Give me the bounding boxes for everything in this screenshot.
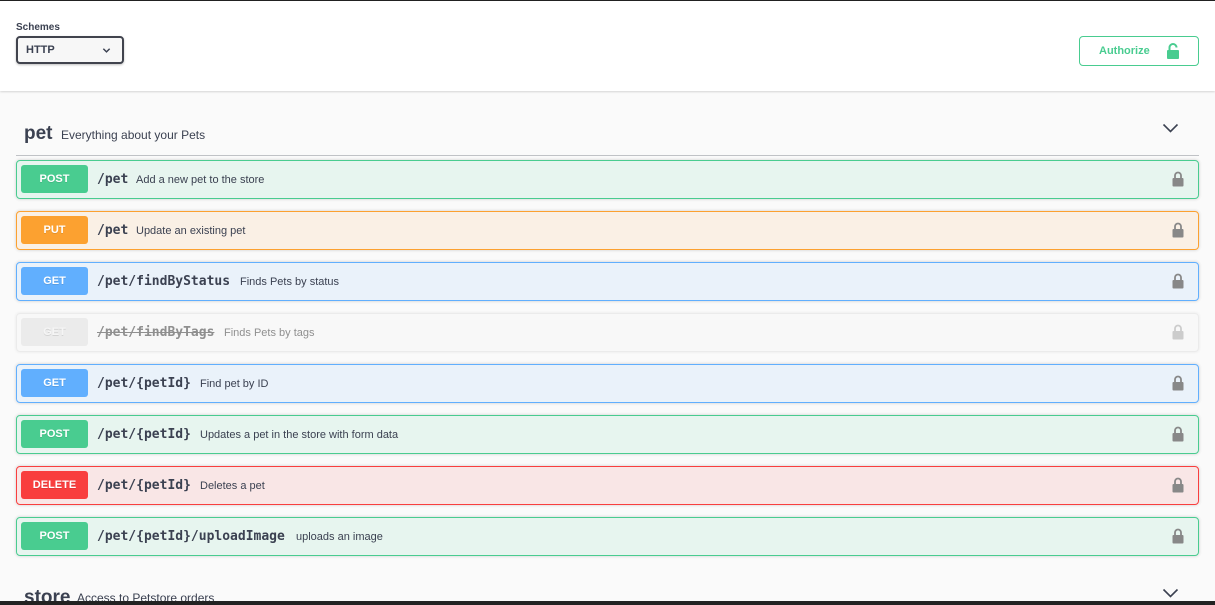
operation-post-pet-by-id[interactable]: POST /pet/{petId} Updates a pet in the s…	[16, 415, 1199, 454]
operation-summary: Add a new pet to the store	[136, 174, 265, 186]
operation-path: /pet/{petId}	[97, 478, 191, 493]
operation-summary: Finds Pets by tags	[224, 327, 315, 339]
operation-path: /pet	[97, 172, 129, 187]
operation-delete-pet[interactable]: DELETE /pet/{petId} Deletes a pet	[16, 466, 1199, 505]
lock-icon[interactable]	[1172, 324, 1184, 345]
authorize-label: Authorize	[1099, 45, 1150, 57]
tag-description: Everything about your Pets	[61, 128, 206, 142]
tag-name: pet	[24, 123, 53, 144]
operation-summary: Finds Pets by status	[240, 276, 340, 288]
operation-summary: Deletes a pet	[200, 480, 265, 492]
lock-icon[interactable]	[1172, 375, 1184, 396]
operation-path: /pet/findByTags	[97, 325, 215, 340]
operation-summary: Update an existing pet	[136, 225, 246, 237]
operation-get-findbystatus[interactable]: GET /pet/findByStatus Finds Pets by stat…	[16, 262, 1199, 301]
lock-icon[interactable]	[1172, 273, 1184, 294]
schemes-select[interactable]: HTTP	[16, 36, 124, 64]
schemes-label: Schemes	[16, 22, 60, 33]
lock-icon[interactable]	[1172, 222, 1184, 243]
operation-summary: Updates a pet in the store with form dat…	[200, 429, 399, 441]
operation-path: /pet/{petId}	[97, 376, 191, 391]
operation-path: /pet	[97, 223, 129, 238]
operation-path: /pet/{petId}/uploadImage	[97, 529, 285, 544]
operation-post-pet[interactable]: POST /pet Add a new pet to the store	[16, 160, 1199, 199]
method-badge: GET	[21, 267, 88, 295]
method-badge: GET	[21, 318, 88, 346]
operation-summary: Find pet by ID	[200, 378, 269, 390]
authorize-button[interactable]: Authorize	[1079, 36, 1199, 66]
schemes-selected-value: HTTP	[26, 44, 55, 56]
operation-post-upload-image[interactable]: POST /pet/{petId}/uploadImage uploads an…	[16, 517, 1199, 556]
operation-path: /pet/{petId}	[97, 427, 191, 442]
method-badge: DELETE	[21, 471, 88, 499]
lock-open-icon	[1166, 43, 1180, 63]
bottom-edge	[0, 601, 1215, 605]
lock-icon[interactable]	[1172, 426, 1184, 447]
operation-path: /pet/findByStatus	[97, 274, 231, 289]
chevron-down-icon[interactable]	[1162, 121, 1179, 139]
tag-header-store[interactable]: store Access to Petstore orders	[16, 566, 1199, 605]
lock-icon[interactable]	[1172, 171, 1184, 192]
method-badge: POST	[21, 420, 88, 448]
method-badge: GET	[21, 369, 88, 397]
method-badge: POST	[21, 522, 88, 550]
operation-summary: uploads an image	[296, 531, 383, 543]
chevron-down-icon	[102, 46, 111, 58]
tag-header-pet[interactable]: pet Everything about your Pets	[16, 108, 1199, 156]
top-bar: Schemes HTTP Authorize	[0, 1, 1215, 91]
operation-put-pet[interactable]: PUT /pet Update an existing pet	[16, 211, 1199, 250]
lock-icon[interactable]	[1172, 528, 1184, 549]
method-badge: POST	[21, 165, 88, 193]
operation-get-findbytags-deprecated[interactable]: GET /pet/findByTags Finds Pets by tags	[16, 313, 1199, 352]
lock-icon[interactable]	[1172, 477, 1184, 498]
method-badge: PUT	[21, 216, 88, 244]
operation-get-pet-by-id[interactable]: GET /pet/{petId} Find pet by ID	[16, 364, 1199, 403]
